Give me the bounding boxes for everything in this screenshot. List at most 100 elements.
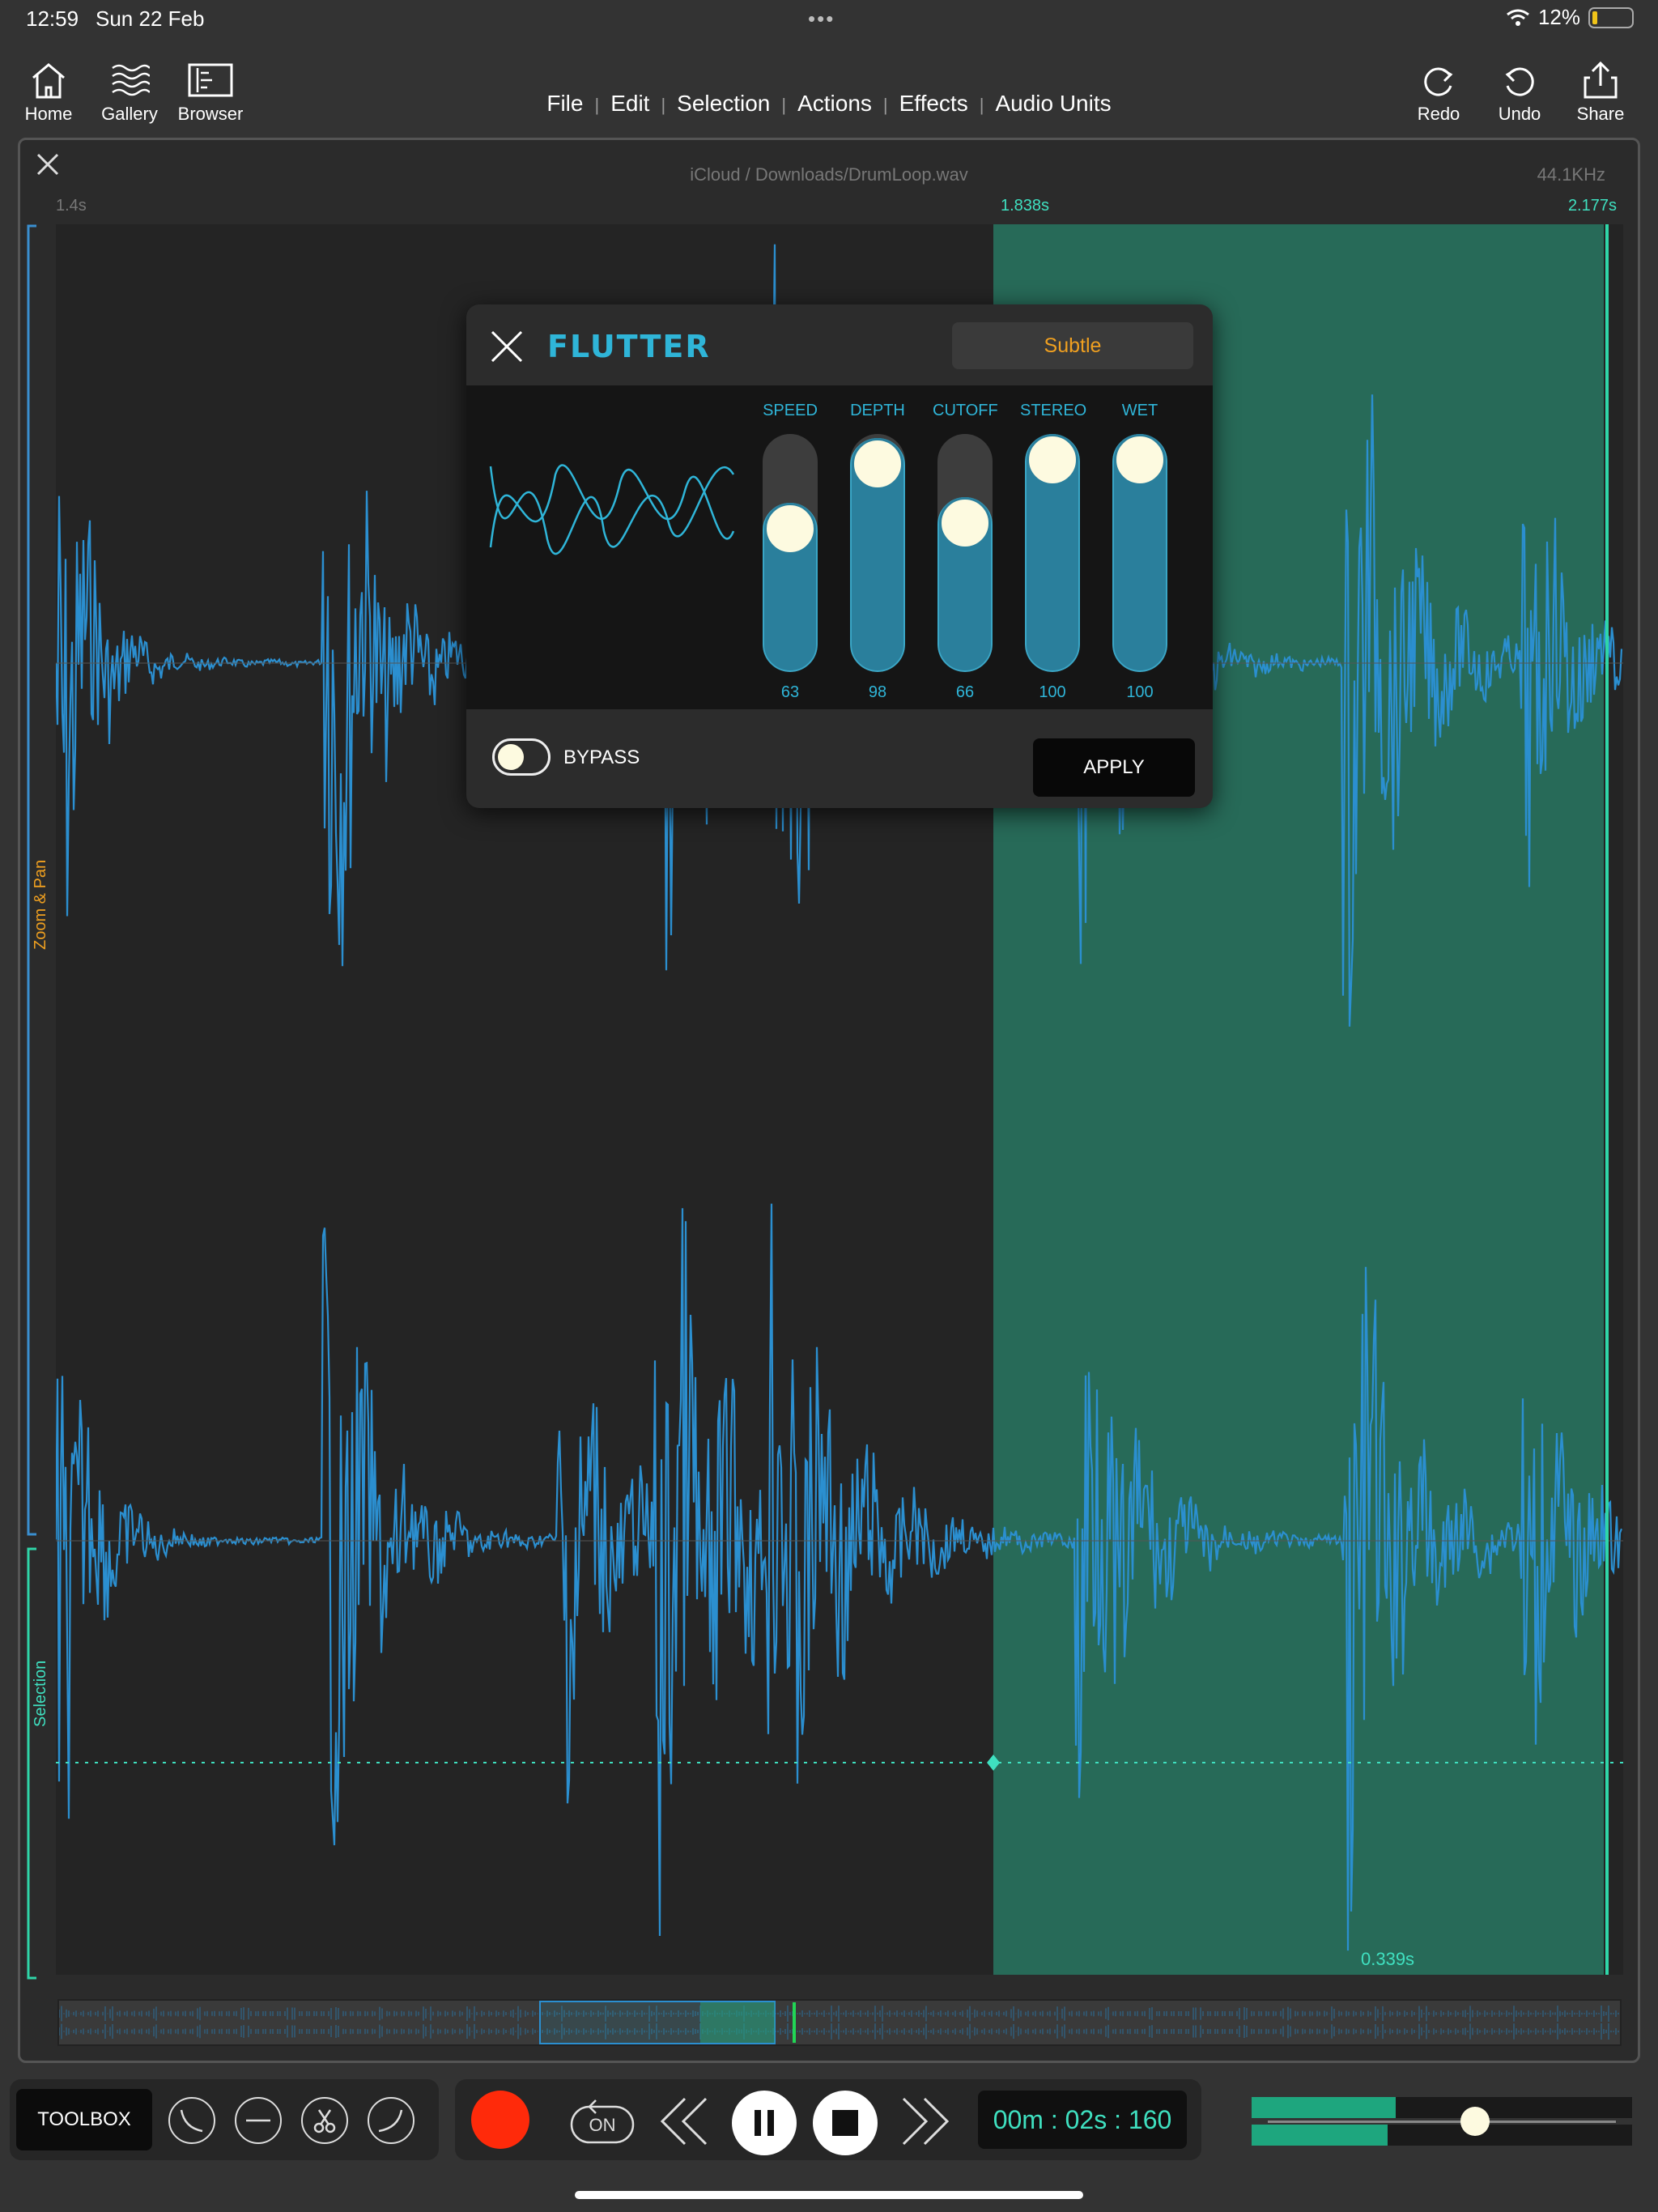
redo-button[interactable]: Redo <box>1394 57 1483 125</box>
status-date: Sun 22 Feb <box>96 6 205 31</box>
close-icon[interactable] <box>487 327 526 366</box>
undo-button[interactable]: Undo <box>1475 57 1564 125</box>
slider-knob[interactable] <box>1027 434 1078 486</box>
bypass-label: BYPASS <box>563 747 640 768</box>
top-toolbar: Home Gallery Browser File | Edit | Selection… <box>0 57 1658 138</box>
slider-value: 100 <box>1126 683 1154 701</box>
flutter-visualizer <box>489 464 735 555</box>
volume-slider-track <box>1268 2121 1616 2123</box>
side-brackets <box>27 224 36 1980</box>
fade-out-icon <box>180 2109 203 2133</box>
toolbox-button[interactable]: TOOLBOX <box>16 2089 152 2150</box>
loop-label: ON <box>589 2115 616 2135</box>
scissors-icon <box>313 2109 336 2133</box>
bypass-toggle[interactable] <box>492 738 551 776</box>
menu-audio-units[interactable]: Audio Units <box>995 91 1111 116</box>
selection-duration: 0.339s <box>1361 1949 1415 1969</box>
slider-wet[interactable]: WET 100 <box>1107 385 1172 709</box>
stop-icon <box>832 2110 858 2136</box>
preset-selector[interactable]: Subtle <box>952 322 1193 369</box>
flutter-effect-panel: FLUTTER Subtle SPEED 63 DEPTH 98 CUTOFF 66 STE… <box>466 304 1213 808</box>
overview-playhead <box>793 2002 796 2043</box>
battery-level <box>1592 11 1597 24</box>
share-button[interactable]: Share <box>1556 57 1645 125</box>
sample-rate: 44.1KHz <box>1537 164 1605 185</box>
slider-label: WET <box>1121 402 1158 419</box>
menu-file[interactable]: File <box>546 91 583 116</box>
meter-left <box>1252 2097 1632 2118</box>
loop-toggle[interactable]: ON <box>568 2095 636 2151</box>
slider-label: STEREO <box>1020 402 1087 419</box>
slider-value: 63 <box>780 683 800 701</box>
minus-icon <box>246 2119 270 2122</box>
selection-start-time: 1.838s <box>1001 197 1050 215</box>
slider-knob[interactable] <box>852 437 903 490</box>
menu-effects[interactable]: Effects <box>899 91 968 116</box>
pause-button[interactable] <box>732 2091 797 2155</box>
bypass-knob <box>498 744 524 770</box>
slider-knob[interactable] <box>764 503 816 555</box>
slider-value: 100 <box>1039 683 1066 701</box>
redo-icon <box>1424 67 1453 96</box>
menu-separator: | <box>781 95 787 115</box>
undo-icon <box>1505 67 1534 96</box>
slider-label: SPEED <box>763 402 818 419</box>
slider-knob[interactable] <box>939 497 991 550</box>
toolbox-panel: TOOLBOX <box>10 2079 439 2160</box>
battery-percent: 12% <box>1537 5 1580 29</box>
selection-start-handle[interactable] <box>987 1755 1000 1771</box>
level-meters <box>1252 2095 1632 2147</box>
menu-selection[interactable]: Selection <box>677 91 770 116</box>
ruler-start-time: 1.4s <box>56 197 87 215</box>
meter-right <box>1252 2125 1632 2146</box>
home-indicator[interactable] <box>575 2191 1083 2199</box>
slider-depth[interactable]: DEPTH 98 <box>845 385 910 709</box>
undo-label: Undo <box>1498 104 1541 124</box>
slider-speed[interactable]: SPEED 63 <box>758 385 823 709</box>
share-icon <box>1584 61 1618 99</box>
slider-stereo[interactable]: STEREO 100 <box>1020 385 1087 709</box>
menu-separator: | <box>594 95 600 115</box>
record-button[interactable] <box>471 2091 529 2149</box>
overview-selection <box>700 2002 775 2043</box>
menu-actions[interactable]: Actions <box>797 91 872 116</box>
transport-controls: ON 00m : 02s : 160 <box>455 2079 1201 2160</box>
fast-forward-button[interactable] <box>897 2095 954 2151</box>
status-indicators: 12% <box>1506 5 1634 30</box>
overview-waveform-path <box>58 2006 1619 2040</box>
battery-icon <box>1588 6 1634 28</box>
multitasking-dots-icon[interactable]: ••• <box>808 6 835 32</box>
meter-left-fill <box>1252 2097 1396 2118</box>
volume-slider-knob[interactable] <box>1460 2107 1490 2136</box>
time-readout: 00m : 02s : 160 <box>978 2091 1187 2149</box>
rewind-button[interactable] <box>656 2095 712 2151</box>
status-time: 12:59 <box>26 6 79 31</box>
meter-right-fill <box>1252 2125 1388 2146</box>
overview-waveform <box>58 2001 1619 2044</box>
loop-icon: ON <box>570 2099 635 2144</box>
redo-label: Redo <box>1417 104 1460 124</box>
silence-tool[interactable] <box>235 2097 282 2144</box>
effect-controls: SPEED 63 DEPTH 98 CUTOFF 66 STEREO 100 WET 100 <box>466 385 1213 709</box>
status-bar: 12:59 Sun 22 Feb ••• 12% <box>0 0 1658 39</box>
slider-track[interactable] <box>937 434 993 672</box>
effect-title: FLUTTER <box>547 329 711 364</box>
effect-footer: BYPASS APPLY <box>466 709 1213 808</box>
file-path: iCloud / Downloads/DrumLoop.wav <box>690 164 968 185</box>
slider-cutoff[interactable]: CUTOFF 66 <box>933 385 998 709</box>
slider-label: DEPTH <box>850 402 905 419</box>
menu-separator: | <box>661 95 666 115</box>
slider-label: CUTOFF <box>933 402 998 419</box>
fade-out-tool[interactable] <box>168 2097 215 2144</box>
fade-in-tool[interactable] <box>368 2097 414 2144</box>
waveform-channel <box>56 1203 1623 1951</box>
share-label: Share <box>1576 104 1625 124</box>
menu-separator: | <box>979 95 984 115</box>
apply-button[interactable]: APPLY <box>1033 738 1195 797</box>
slider-value: 98 <box>868 683 887 701</box>
cut-tool[interactable] <box>301 2097 348 2144</box>
stop-button[interactable] <box>813 2091 878 2155</box>
overview-strip[interactable] <box>57 1999 1622 2046</box>
slider-knob[interactable] <box>1114 434 1166 486</box>
menu-edit[interactable]: Edit <box>610 91 649 116</box>
